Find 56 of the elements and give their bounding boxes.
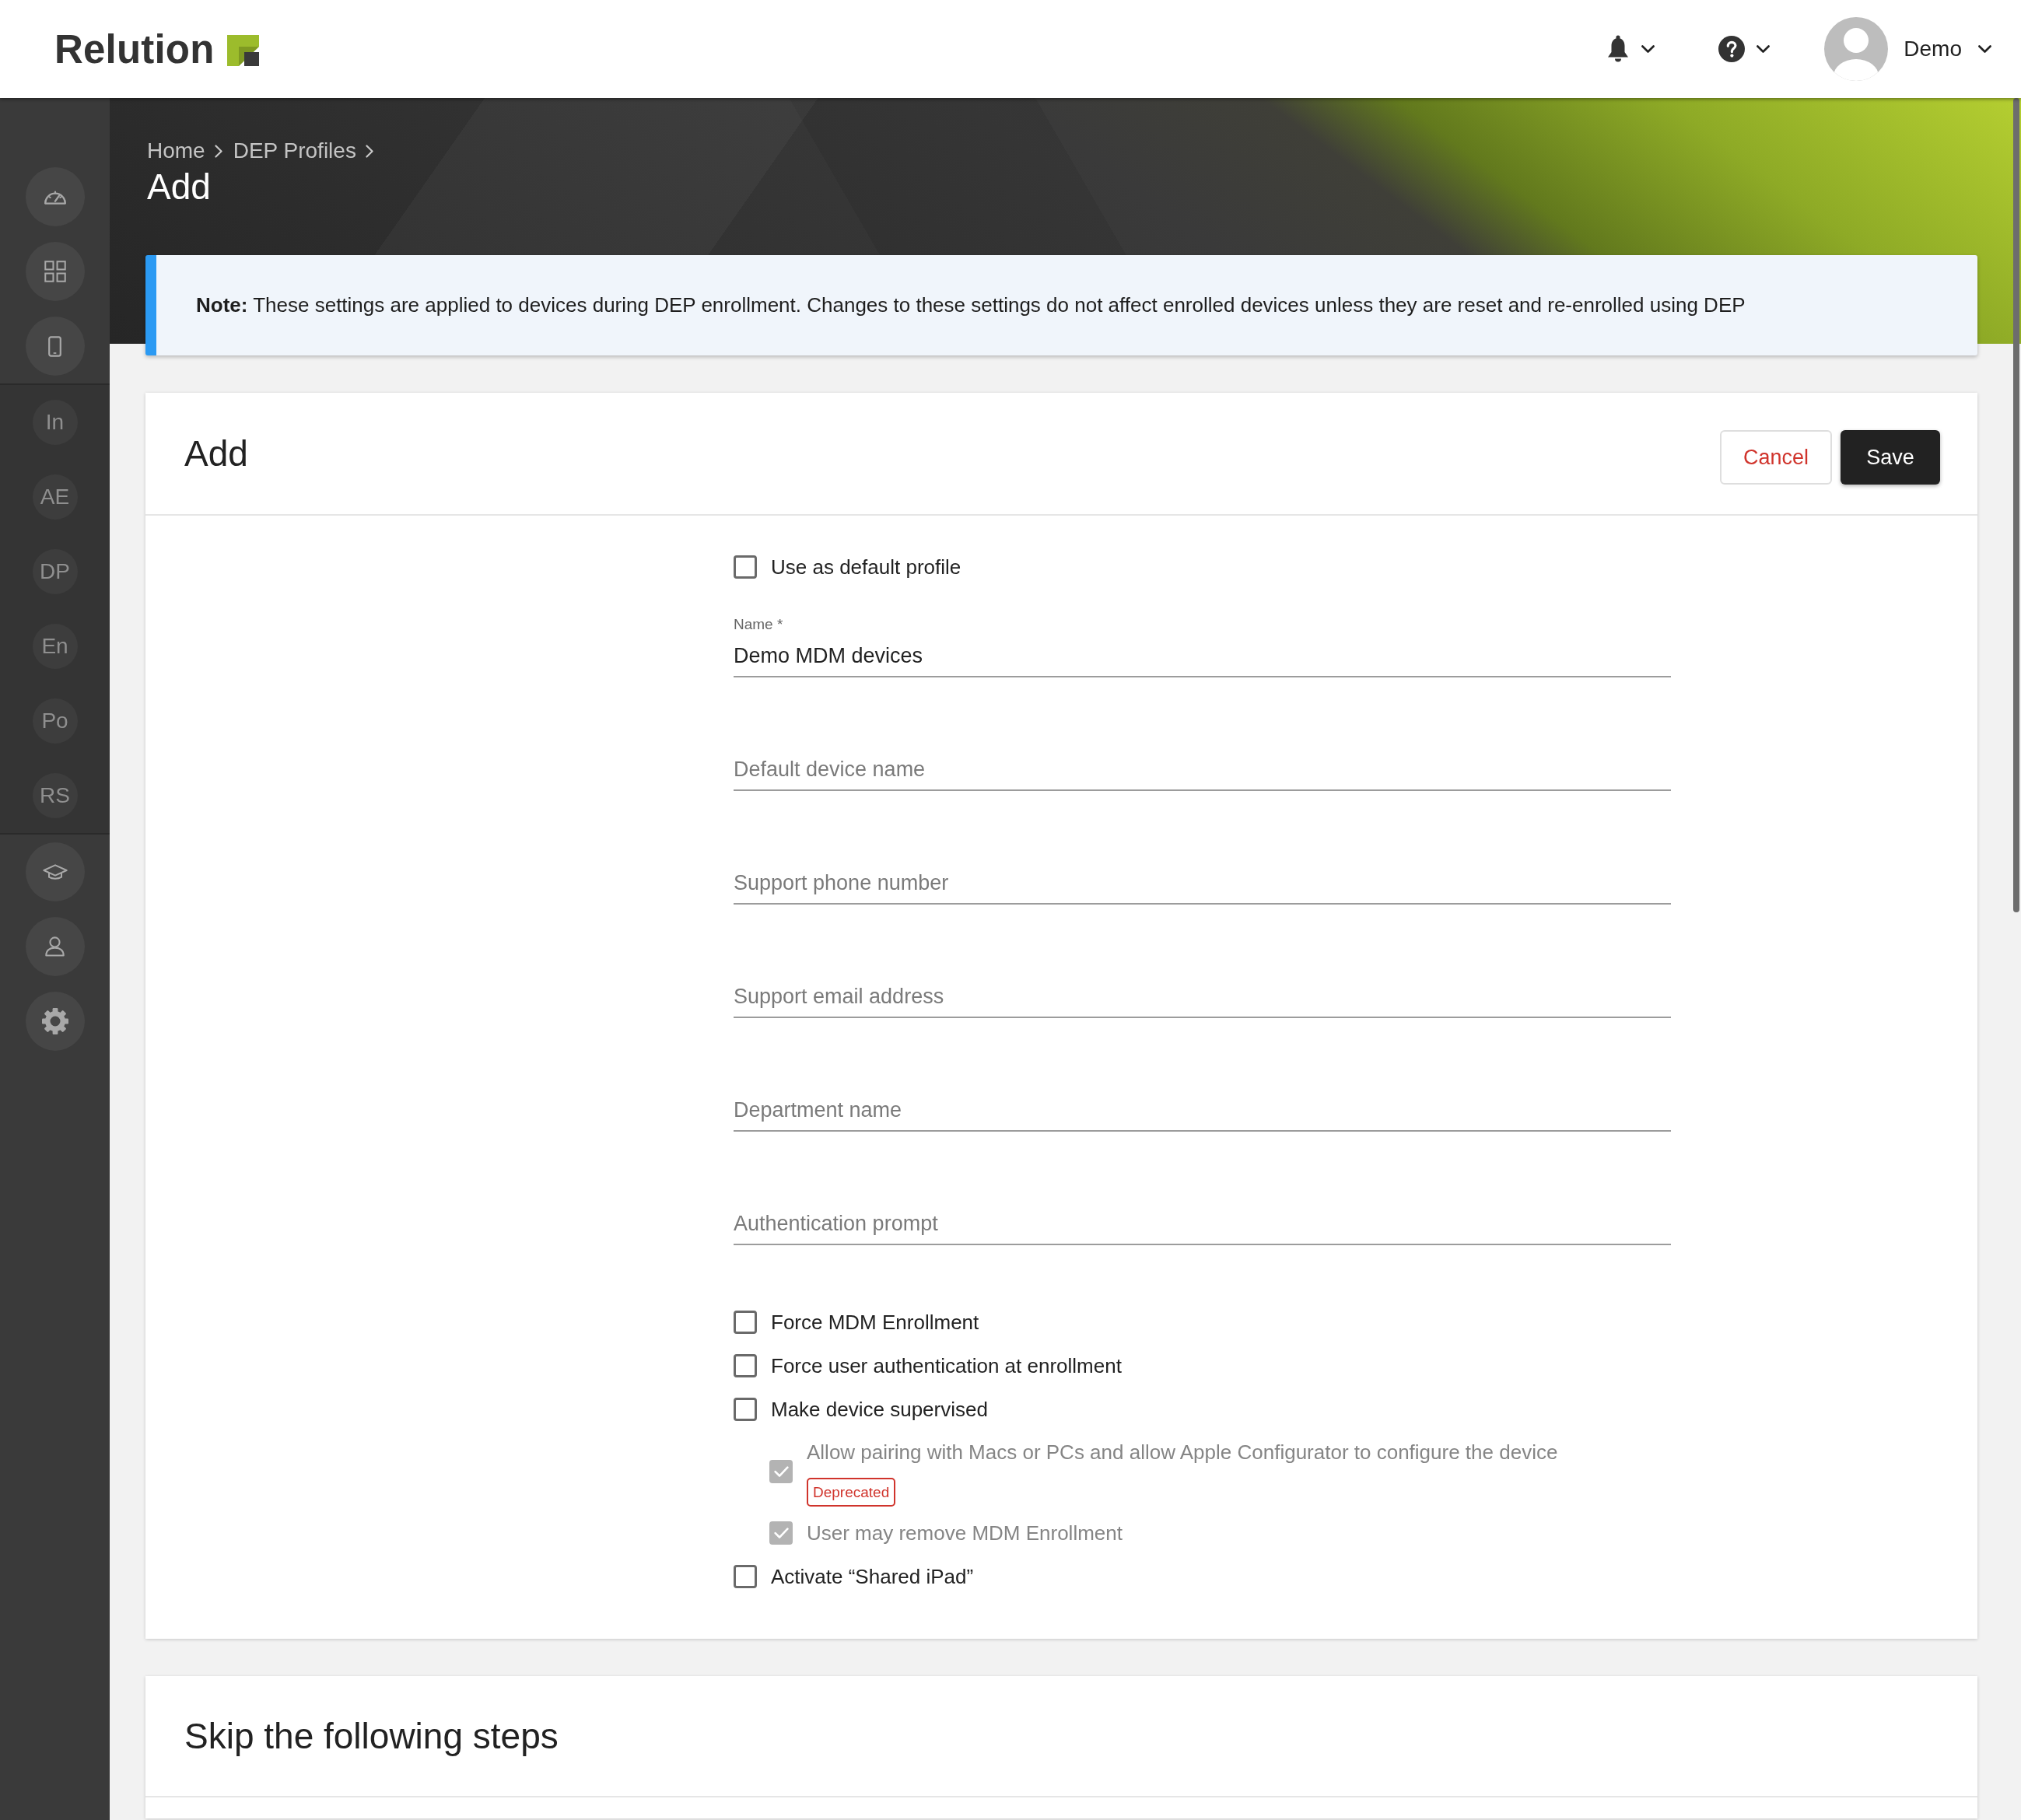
sidebar-item[interactable]: AE — [32, 474, 78, 520]
graduation-cap-icon — [42, 864, 68, 880]
sidebar-item[interactable]: En — [32, 624, 78, 669]
sidebar-item[interactable]: Po — [32, 698, 78, 744]
field-label: Name * — [734, 615, 783, 634]
checkmark-icon — [773, 1528, 789, 1538]
save-button[interactable]: Save — [1841, 430, 1940, 485]
smartphone-icon — [48, 335, 61, 357]
logo-icon — [226, 35, 259, 66]
card-title: Skip the following steps — [184, 1715, 559, 1757]
settings-icon — [41, 1008, 68, 1034]
scrollbar-thumb[interactable] — [2013, 98, 2019, 912]
checkbox[interactable] — [734, 1398, 757, 1421]
help-icon — [1718, 36, 1746, 62]
gauge-icon — [43, 189, 67, 205]
chevron-down-icon — [1978, 45, 1991, 53]
checkbox-label: Make device supervised — [771, 1397, 988, 1423]
checkbox-label: Allow pairing with Macs or PCs and allow Apple Configurator to configure the device — [807, 1440, 1558, 1465]
text-field[interactable]: Demo MDM devices — [734, 640, 1671, 677]
help-button[interactable] — [1718, 36, 1771, 62]
avatar-icon — [1824, 17, 1889, 81]
user-icon — [45, 936, 65, 957]
checkbox-label: Use as default profile — [771, 555, 961, 580]
checkbox-label: Force MDM Enrollment — [771, 1310, 979, 1335]
checkbox-label: User may remove MDM Enrollment — [807, 1521, 1123, 1546]
logo-wordmark: Relution — [54, 29, 215, 69]
text-field[interactable]: Default device name — [734, 754, 1671, 791]
checkbox-label: Force user authentication at enrollment — [771, 1353, 1122, 1379]
checkbox[interactable] — [734, 1311, 757, 1334]
deprecated-badge: Deprecated — [807, 1478, 896, 1507]
page-title: Add — [147, 166, 212, 208]
grid-icon — [44, 261, 66, 282]
chevron-down-icon — [1757, 45, 1771, 53]
notifications-button[interactable] — [1607, 35, 1655, 63]
chevron-right-icon — [365, 144, 373, 158]
checkbox-label: Activate “Shared iPad” — [771, 1564, 974, 1590]
text-field[interactable]: Support phone number — [734, 867, 1671, 905]
breadcrumb-link[interactable]: DEP Profiles — [233, 137, 356, 165]
card-title: Add — [184, 432, 248, 474]
user-menu[interactable]: Demo — [1824, 17, 1991, 81]
text-field[interactable]: Department name — [734, 1094, 1671, 1132]
checkbox[interactable] — [734, 1565, 757, 1588]
checkbox[interactable] — [734, 555, 757, 579]
text-field[interactable]: Authentication prompt — [734, 1208, 1671, 1245]
text-field[interactable]: Support email address — [734, 981, 1671, 1018]
checkbox[interactable] — [734, 1354, 757, 1377]
breadcrumb-link[interactable]: Home — [147, 137, 205, 165]
note-text: Note: These settings are applied to devices during DEP enrollment. Changes to these settings do not affect enrolled devices unless they are reset and re-enrolled using DEP — [196, 293, 1746, 317]
sidebar-item[interactable]: In — [32, 400, 78, 445]
checkmark-icon — [773, 1466, 789, 1477]
sidebar-item[interactable]: RS — [32, 773, 78, 818]
chevron-right-icon — [214, 144, 222, 158]
sidebar-item[interactable]: DP — [32, 549, 78, 594]
chevron-down-icon — [1641, 45, 1655, 53]
cancel-button[interactable]: Cancel — [1720, 430, 1832, 485]
bell-icon — [1607, 35, 1630, 63]
